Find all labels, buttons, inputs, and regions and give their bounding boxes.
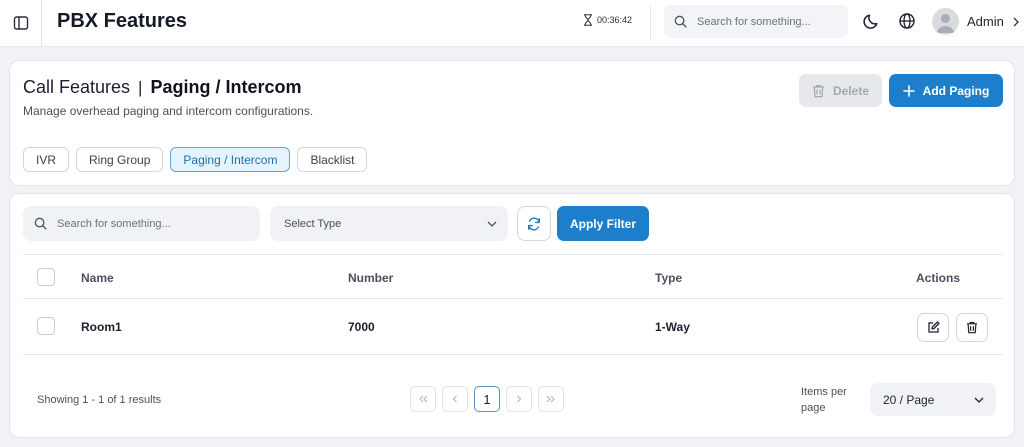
edit-icon [927, 321, 940, 333]
next-page-button[interactable] [506, 386, 532, 412]
items-per-page-value: 20 / Page [883, 392, 935, 407]
page-button-current[interactable]: 1 [474, 386, 500, 412]
tab-ring-group[interactable]: Ring Group [76, 147, 164, 172]
column-header-number[interactable]: Number [348, 271, 393, 285]
feature-tabs: IVR Ring Group Paging / Intercom Blackli… [23, 147, 368, 172]
timer-value: 00:36:42 [597, 15, 633, 25]
paging-table-card: Select Type Apply Filter Name Number Typ… [9, 193, 1015, 438]
row-name: Room1 [81, 320, 122, 334]
app-title: PBX Features [57, 10, 188, 32]
tab-blacklist[interactable]: Blacklist [297, 147, 368, 172]
refresh-icon [528, 216, 540, 231]
column-header-name[interactable]: Name [81, 271, 114, 285]
search-icon [674, 15, 687, 28]
filter-search-input[interactable] [57, 217, 197, 230]
user-avatar-icon [936, 14, 955, 33]
column-header-type[interactable]: Type [655, 271, 682, 285]
delete-button[interactable]: Delete [799, 74, 882, 107]
add-paging-button[interactable]: Add Paging [889, 74, 1003, 107]
divider [650, 6, 651, 40]
chevron-right-icon [1013, 17, 1019, 26]
items-per-page-label: Items per page [801, 386, 847, 414]
select-all-checkbox[interactable] [37, 268, 55, 286]
session-timer: 00:36:42 [583, 14, 632, 26]
type-select[interactable]: Select Type [270, 206, 508, 241]
last-page-button[interactable] [538, 386, 564, 412]
page-title: Paging / Intercom [150, 77, 302, 97]
results-summary: Showing 1 - 1 of 1 results [37, 394, 162, 406]
avatar [932, 8, 959, 35]
items-per-page-select[interactable]: 20 / Page [870, 383, 996, 416]
chevron-down-icon [487, 221, 497, 227]
tab-ivr[interactable]: IVR [23, 147, 70, 172]
chevrons-right-icon [546, 395, 555, 403]
prev-page-button[interactable] [442, 386, 468, 412]
chevron-left-icon [452, 395, 457, 403]
top-bar: PBX Features 00:36:42 A [0, 0, 1024, 47]
sidebar-panel-icon [13, 16, 28, 30]
row-number: 7000 [348, 320, 375, 334]
trash-icon [966, 321, 978, 334]
page-subtitle: Manage overhead paging and intercom conf… [23, 104, 314, 118]
user-name: Admin [967, 14, 1004, 29]
delete-button-label: Delete [832, 83, 870, 98]
theme-toggle-button[interactable] [862, 11, 882, 31]
hourglass-icon [584, 14, 592, 26]
row-type: 1-Way [655, 320, 690, 334]
column-header-actions: Actions [916, 271, 961, 285]
global-search-input[interactable] [697, 15, 837, 28]
apply-filter-button[interactable]: Apply Filter [557, 206, 649, 241]
pagination: 1 [410, 386, 564, 412]
type-select-value: Select Type [284, 217, 342, 230]
trash-icon [812, 84, 824, 97]
sidebar-toggle-button[interactable] [0, 0, 42, 46]
breadcrumb-separator: | [138, 77, 143, 97]
row-checkbox[interactable] [37, 317, 55, 335]
edit-row-button[interactable] [917, 313, 949, 342]
breadcrumb: Call Features | Paging / Intercom [23, 77, 302, 98]
search-icon [34, 217, 47, 230]
breadcrumb-parent[interactable]: Call Features [23, 77, 130, 98]
table-row: Room1 7000 1-Way [23, 299, 1003, 355]
plus-icon [902, 84, 915, 97]
paging-table: Name Number Type Actions Room1 7000 1-Wa… [23, 254, 1003, 355]
language-button[interactable] [897, 11, 917, 31]
page-header-card: Call Features | Paging / Intercom Manage… [9, 60, 1015, 186]
refresh-button[interactable] [517, 206, 551, 241]
chevron-right-icon [517, 395, 522, 403]
tab-paging-intercom[interactable]: Paging / Intercom [170, 147, 291, 172]
add-paging-button-label: Add Paging [922, 83, 990, 98]
user-menu[interactable]: Admin [932, 8, 1020, 35]
globe-icon [899, 13, 915, 29]
chevrons-left-icon [419, 395, 428, 403]
chevron-down-icon [974, 397, 984, 403]
table-header: Name Number Type Actions [23, 254, 1003, 299]
first-page-button[interactable] [410, 386, 436, 412]
delete-row-button[interactable] [956, 313, 988, 342]
filter-search[interactable] [23, 206, 260, 241]
global-search[interactable] [664, 5, 848, 38]
moon-icon [863, 14, 878, 29]
